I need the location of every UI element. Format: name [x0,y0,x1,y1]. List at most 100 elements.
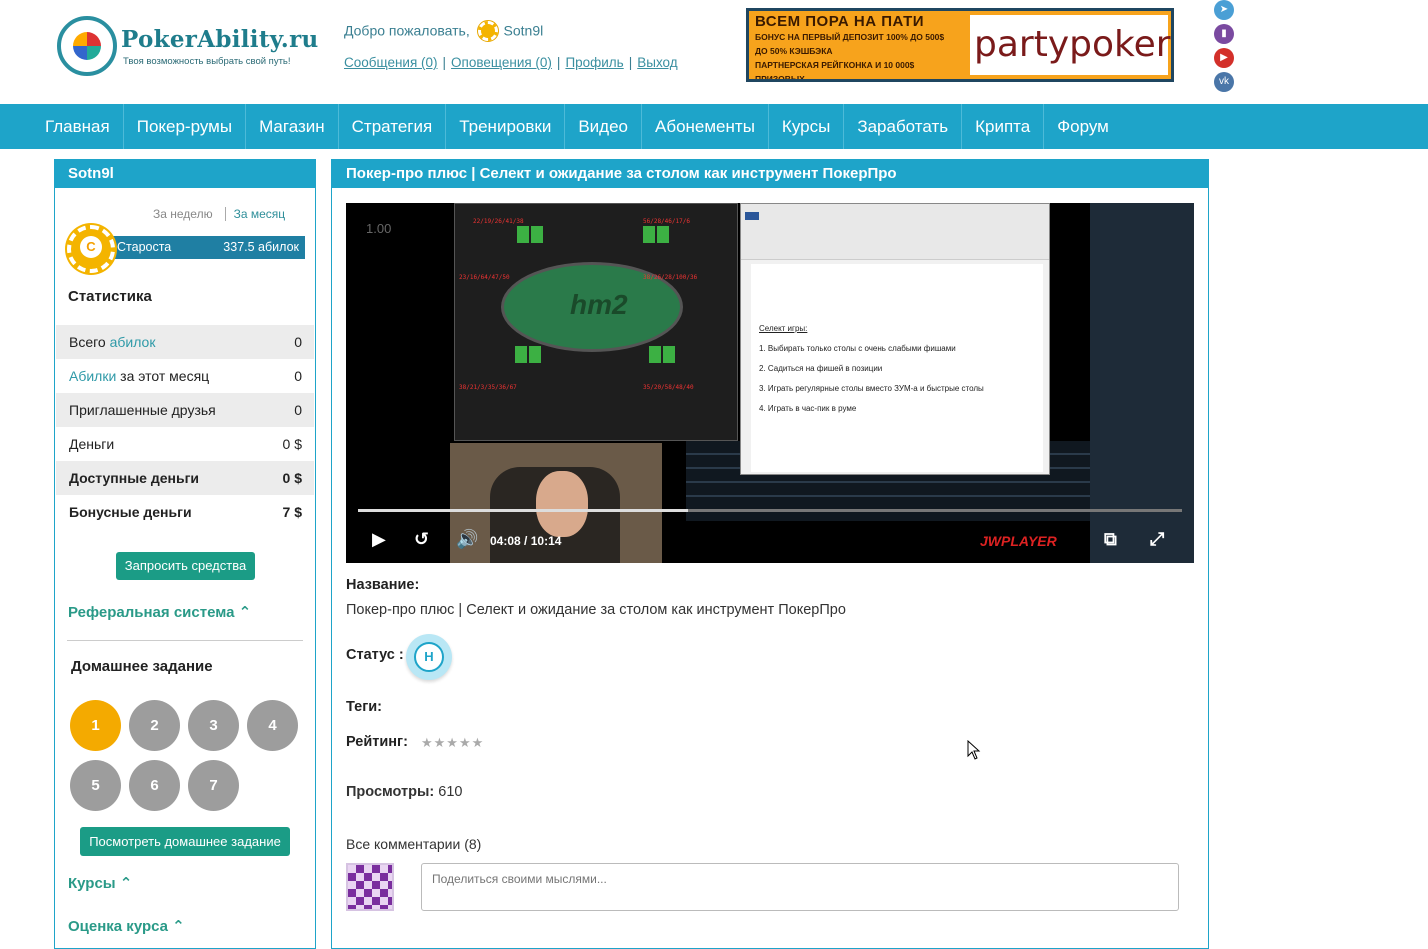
doc-line: 3. Играть регулярные столы вместо ЗУМ-а … [759,384,984,393]
logo-emblem-icon [57,16,117,76]
rewind-10-icon[interactable]: ↺ [414,529,429,550]
comments-count: Все комментарии (8) [346,836,482,852]
nav-trainings[interactable]: Тренировки [446,104,566,149]
nav-poker-rooms[interactable]: Покер-румы [124,104,247,149]
period-month[interactable]: За месяц [224,207,286,221]
rank-name: Староста [117,240,172,254]
homework-item[interactable]: 5 [70,760,121,811]
homework-item[interactable]: 4 [247,700,298,751]
homework-item[interactable]: 2 [129,700,180,751]
video-player[interactable]: 1.00 hm2 22/19/26/41/38 56/28/46/17/6 23… [346,203,1194,563]
stat-value: 0 [294,402,302,418]
stat-row: Деньги 0 $ [56,427,314,461]
main-content: Покер-про плюс | Селект и ожидание за ст… [331,159,1209,949]
nav-strategy[interactable]: Стратегия [339,104,447,149]
vk-icon[interactable]: vk [1214,72,1234,92]
stat-value: 0 [294,334,302,350]
stat-row: Бонусные деньги 7 $ [56,495,314,529]
card-icon [649,346,661,363]
nav-earn[interactable]: Заработать [844,104,963,149]
youtube-icon[interactable]: ▶ [1214,48,1234,68]
nav-courses[interactable]: Курсы [769,104,845,149]
hud-stats: 23/16/64/47/50 [459,274,510,281]
hud-stats: 56/28/46/17/6 [643,218,690,225]
nav-crypto[interactable]: Крипта [962,104,1045,149]
stat-value: 0 $ [282,436,302,452]
stat-label-text: Всего [69,334,110,350]
welcome-line: Добро пожаловать, Sotn9l [344,20,544,42]
stat-value: 7 $ [282,504,302,520]
notifications-link[interactable]: Оповещения (0) [451,55,552,70]
welcome-text: Добро пожаловать, [344,22,470,39]
views-label: Просмотры: [346,784,435,800]
card-icon [529,346,541,363]
comment-input[interactable] [421,863,1179,911]
doc-line: Селект игры: [759,324,808,333]
status-badge: Н [406,634,452,680]
referral-label: Реферальная система [68,604,235,621]
video-counter: 1.00 [366,221,392,236]
request-funds-button[interactable]: Запросить средства [116,552,255,580]
volume-icon[interactable]: 🔊 [456,529,478,550]
mouse-cursor-icon [967,740,981,760]
stat-label: Деньги [69,436,115,452]
course-rating-toggle[interactable]: Оценка курса ⌃ [68,917,185,935]
logo-tagline: Твоя возможность выбрать свой путь! [123,56,291,67]
stat-row: Всего абилок 0 [56,325,314,359]
profile-link[interactable]: Профиль [565,55,623,70]
rating-stars[interactable]: ★★★★★ [421,735,484,751]
messages-link[interactable]: Сообщения (0) [344,55,438,70]
doc-line: 2. Садиться на фишей в позиции [759,364,883,373]
hud-stats: 35/20/58/48/40 [643,384,694,391]
referral-toggle[interactable]: Реферальная система ⌃ [68,603,251,621]
rating-label: Рейтинг: [346,734,408,750]
homework-item[interactable]: 1 [70,700,121,751]
stat-value: 0 [294,368,302,384]
card-icon [643,226,655,243]
hud-stats: 38/21/3/35/36/67 [459,384,517,391]
stat-label-link[interactable]: Абилки [69,368,116,384]
jwplayer-logo[interactable]: JWPLAYER [980,533,1057,549]
card-icon [657,226,669,243]
view-homework-button[interactable]: Посмотреть домашнее задание [80,827,290,856]
courses-toggle[interactable]: Курсы ⌃ [68,874,132,892]
nav-subscriptions[interactable]: Абонементы [642,104,769,149]
play-icon[interactable]: ▶ [372,529,386,550]
nav-shop[interactable]: Магазин [246,104,339,149]
nav-home[interactable]: Главная [32,104,124,149]
picture-in-picture-icon[interactable]: ⧉ [1104,529,1117,550]
fullscreen-icon[interactable]: ⤢ [1150,529,1164,550]
stats-title: Статистика [68,288,152,305]
video-progress-fill [358,509,688,512]
homework-item[interactable]: 7 [188,760,239,811]
homework-item[interactable]: 6 [129,760,180,811]
name-value: Покер-про плюс | Селект и ожидание за ст… [346,602,846,618]
partypoker-banner[interactable]: ВСЕМ ПОРА НА ПАТИ БОНУС НА ПЕРВЫЙ ДЕПОЗИ… [746,8,1174,82]
username[interactable]: Sotn9l [504,23,544,39]
banner-headline: ВСЕМ ПОРА НА ПАТИ [755,13,925,30]
nav-forum[interactable]: Форум [1044,104,1122,149]
logo-title: PokerAbility.ru [121,26,319,53]
banner-line: БОНУС НА ПЕРВЫЙ ДЕПОЗИТ 100% ДО 500$ [755,32,945,42]
stat-label-link[interactable]: абилок [110,334,156,350]
sidebar-title: Sotn9l [55,159,315,188]
video-title: Покер-про плюс | Селект и ожидание за ст… [332,159,1208,188]
video-progress-bar[interactable] [358,509,1182,512]
period-week[interactable]: За неделю [153,207,213,221]
twitch-icon[interactable]: ▮ [1214,24,1234,44]
homework-item[interactable]: 3 [188,700,239,751]
rank-coin-icon [476,20,499,42]
telegram-icon[interactable]: ➤ [1214,0,1234,20]
site-logo[interactable]: PokerAbility.ru Твоя возможность выбрать… [57,16,318,78]
card-icon [515,346,527,363]
card-icon [663,346,675,363]
rank-coin-icon: С [67,225,115,273]
stat-label: Доступные деньги [69,470,200,486]
nav-video[interactable]: Видео [565,104,642,149]
views-value: 610 [438,784,463,800]
word-ribbon [741,204,1049,260]
stat-row: Доступные деньги 0 $ [56,461,314,495]
poker-table-window: hm2 22/19/26/41/38 56/28/46/17/6 23/16/6… [454,203,738,441]
logout-link[interactable]: Выход [637,55,677,70]
stat-value: 0 $ [282,470,302,486]
